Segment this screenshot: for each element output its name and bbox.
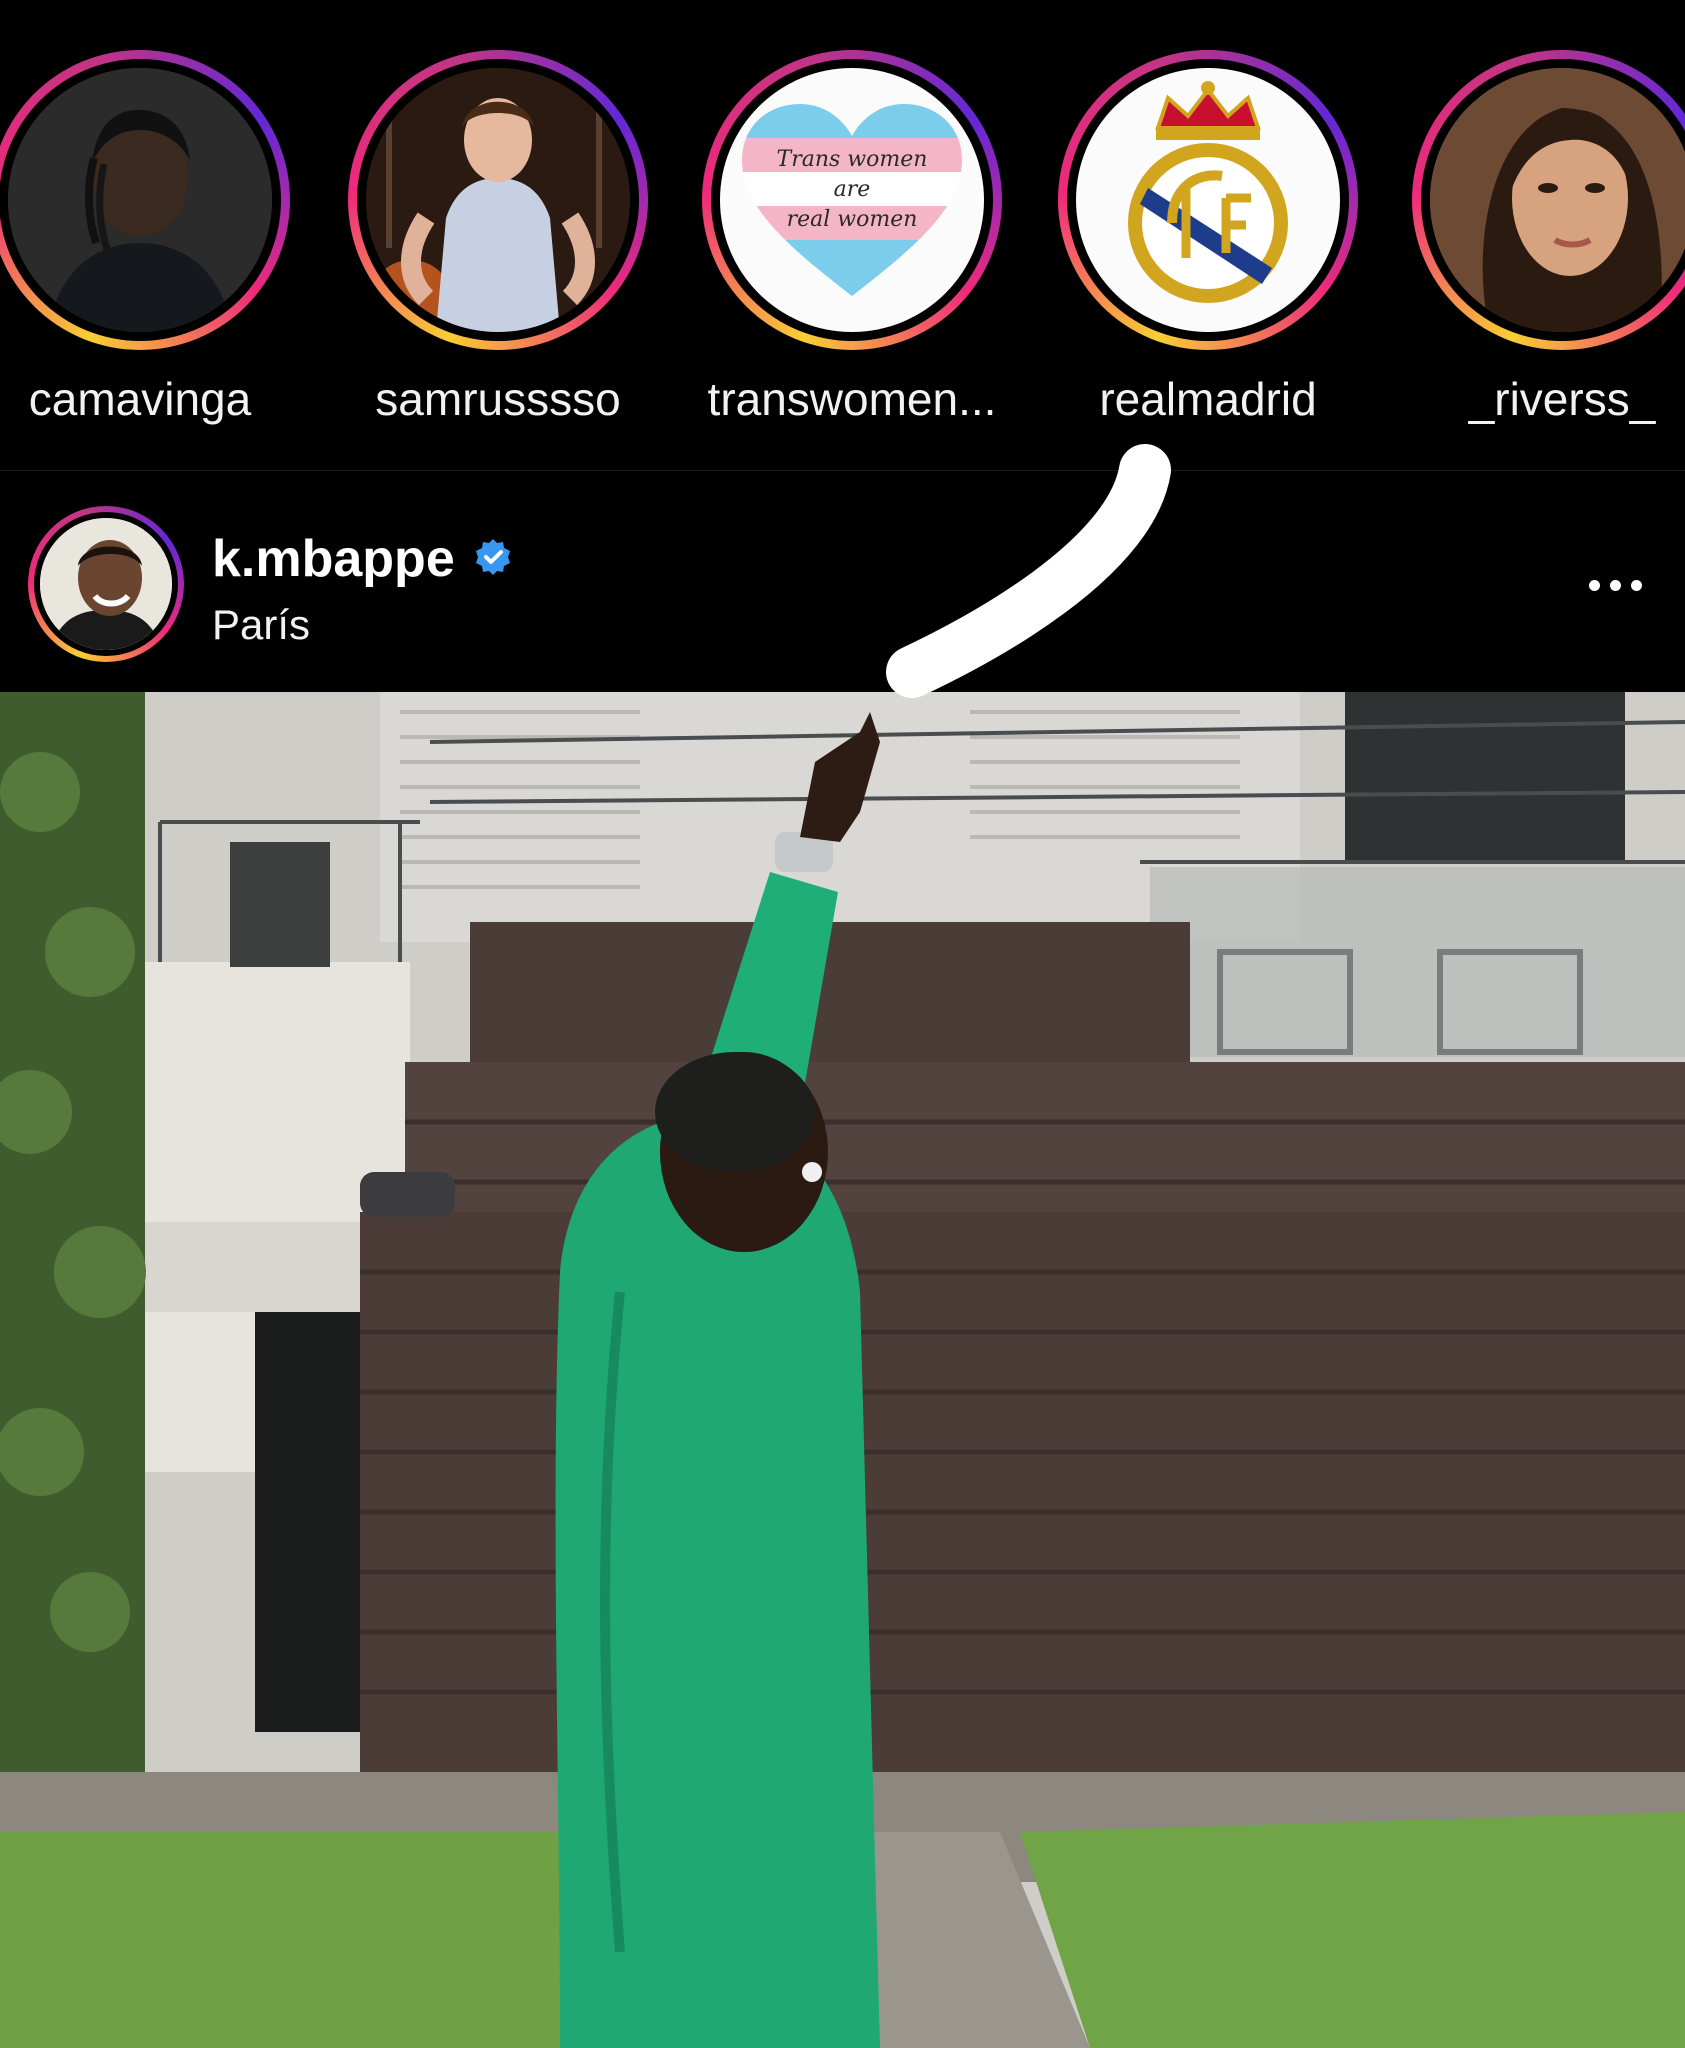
more-options-icon[interactable]	[1560, 560, 1670, 610]
story-username: transwomen...	[707, 373, 997, 425]
story-camavinga[interactable]: camavinga	[0, 50, 290, 425]
story-username: _riverss_	[1468, 373, 1656, 425]
post-image[interactable]	[0, 692, 1685, 2048]
heart-text-line1: Trans women	[777, 147, 928, 172]
story-avatar	[1430, 68, 1685, 332]
story-riverss[interactable]: _riverss_	[1412, 50, 1685, 425]
story-username: realmadrid	[1099, 373, 1317, 425]
real-madrid-crest	[1128, 81, 1288, 303]
post-location[interactable]: París	[212, 601, 310, 649]
heart-text-line3: real women	[787, 207, 918, 232]
story-realmadrid[interactable]: realmadrid	[1058, 50, 1358, 425]
heart-flag-image: Trans women are real women	[742, 104, 962, 296]
username-row: k.mbappe	[212, 529, 513, 589]
story-samrusssso[interactable]: samrusssso	[348, 50, 648, 425]
heart-text-line2: are	[834, 177, 871, 202]
post-avatar-ring[interactable]	[28, 506, 184, 662]
post-username[interactable]: k.mbappe	[212, 529, 455, 589]
story-transwomen[interactable]: Trans women are real women transwomen...	[702, 50, 1002, 425]
story-username: camavinga	[28, 373, 252, 425]
post-avatar[interactable]	[40, 518, 172, 650]
stories-tray: camavinga samrusssso Trans women are rea…	[0, 0, 1685, 470]
story-avatar	[8, 68, 272, 332]
story-username: samrusssso	[375, 373, 621, 425]
verified-badge-icon	[473, 537, 513, 582]
story-avatar	[366, 68, 630, 332]
story-avatar	[1076, 68, 1340, 332]
post-header: k.mbappe París	[0, 470, 1685, 693]
story-avatar: Trans women are real women	[720, 68, 984, 332]
